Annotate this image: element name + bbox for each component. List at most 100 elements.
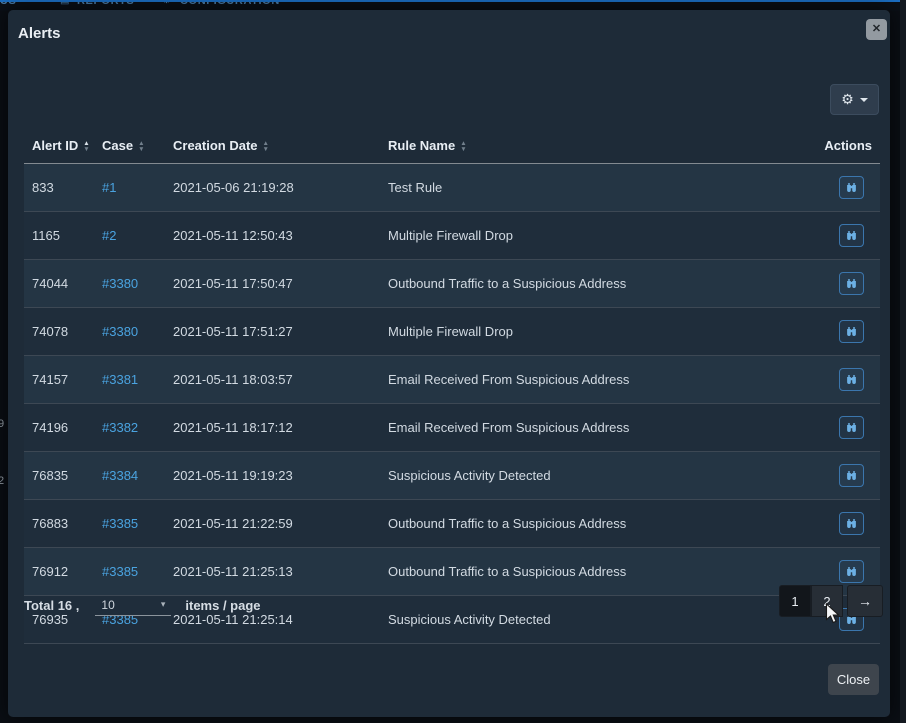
page-button-1[interactable]: 1	[779, 585, 811, 617]
binoculars-icon	[847, 374, 856, 384]
view-alert-button[interactable]	[839, 368, 864, 391]
items-per-page-label: items / page	[185, 597, 261, 613]
alert-id-cell: 74196	[24, 403, 94, 452]
case-link[interactable]: #3380	[102, 276, 138, 291]
table-row: 74157 #3381 2021-05-11 18:03:57 Email Re…	[24, 355, 880, 404]
binoculars-icon	[847, 470, 856, 480]
alerts-table: Alert ID ▲ ▼ Case ▲ ▼ Creation Date ▲ ▼ Rule N…	[24, 128, 880, 644]
column-header-actions: Actions	[816, 128, 880, 164]
settings-dropdown-button[interactable]: ⚙	[830, 84, 879, 115]
rule-name-cell: Multiple Firewall Drop	[380, 211, 816, 260]
table-row: 1165 #2 2021-05-11 12:50:43 Multiple Fir…	[24, 211, 880, 260]
view-alert-button[interactable]	[839, 176, 864, 199]
actions-cell	[816, 499, 880, 548]
rule-name-cell: Test Rule	[380, 163, 816, 212]
modal-title: Alerts	[18, 25, 61, 42]
gear-icon: ⚙	[841, 91, 854, 107]
actions-cell	[816, 259, 880, 308]
table-row: 76835 #3384 2021-05-11 19:19:23 Suspicio…	[24, 451, 880, 500]
alert-id-cell: 833	[24, 163, 94, 212]
sort-icon: ▲ ▼	[263, 141, 269, 152]
case-link[interactable]: #3385	[102, 564, 138, 579]
case-link[interactable]: #2	[102, 228, 116, 243]
table-header: Alert ID ▲ ▼ Case ▲ ▼ Creation Date ▲ ▼ Rule N…	[24, 128, 880, 164]
view-alert-button[interactable]	[839, 272, 864, 295]
arrow-right-icon: →	[858, 593, 872, 609]
alert-id-cell: 1165	[24, 211, 94, 260]
table-body: 833 #1 2021-05-06 21:19:28 Test Rule 116…	[24, 163, 880, 644]
creation-date-cell: 2021-05-11 19:19:23	[165, 451, 380, 500]
sort-icon: ▲ ▼	[460, 141, 466, 152]
rule-name-cell: Email Received From Suspicious Address	[380, 403, 816, 452]
case-link[interactable]: #3380	[102, 324, 138, 339]
alert-id-cell: 76883	[24, 499, 94, 548]
view-alert-button[interactable]	[839, 464, 864, 487]
view-alert-button[interactable]	[839, 224, 864, 247]
column-header-label: Case	[102, 138, 134, 153]
close-button[interactable]: Close	[828, 664, 879, 695]
creation-date-cell: 2021-05-11 21:22:59	[165, 499, 380, 548]
actions-cell	[816, 163, 880, 212]
column-header-rule-name[interactable]: Rule Name ▲ ▼	[380, 128, 816, 164]
grid-icon: ▤	[60, 2, 69, 6]
case-cell: #3381	[94, 355, 165, 404]
view-alert-button[interactable]	[839, 320, 864, 343]
table-row: 74044 #3380 2021-05-11 17:50:47 Outbound…	[24, 259, 880, 308]
caret-down-icon	[859, 97, 868, 102]
table-row: 833 #1 2021-05-06 21:19:28 Test Rule	[24, 163, 880, 212]
case-link[interactable]: #3381	[102, 372, 138, 387]
rule-name-cell: Outbound Traffic to a Suspicious Address	[380, 499, 816, 548]
creation-date-cell: 2021-05-11 17:50:47	[165, 259, 380, 308]
background-fragment: 9	[0, 418, 5, 430]
chevron-down-icon: ▾	[160, 599, 166, 609]
binoculars-icon	[847, 422, 856, 432]
binoculars-icon	[847, 230, 856, 240]
view-alert-button[interactable]	[839, 416, 864, 439]
sort-down-icon: ▼	[262, 145, 269, 153]
column-header-alert-id[interactable]: Alert ID ▲ ▼	[24, 128, 94, 164]
next-page-button[interactable]: →	[847, 585, 883, 617]
modal-close-icon[interactable]: ✕	[866, 19, 887, 40]
header-row: Alert ID ▲ ▼ Case ▲ ▼ Creation Date ▲ ▼ Rule N…	[24, 128, 880, 164]
actions-cell	[816, 211, 880, 260]
nav-item-configuration[interactable]: CONFIGURATION	[180, 2, 280, 7]
creation-date-cell: 2021-05-11 12:50:43	[165, 211, 380, 260]
case-cell: #3384	[94, 451, 165, 500]
case-link[interactable]: #1	[102, 180, 116, 195]
case-link[interactable]: #3382	[102, 420, 138, 435]
gear-icon: ⚙	[162, 2, 171, 6]
table-footer: Total 16 , 10 ▾ items / page	[24, 588, 261, 622]
actions-cell	[816, 307, 880, 356]
actions-cell	[816, 355, 880, 404]
view-alert-button[interactable]	[839, 512, 864, 535]
view-alert-button[interactable]	[839, 560, 864, 583]
sort-icon: ▲ ▼	[83, 141, 89, 152]
rule-name-cell: Suspicious Activity Detected	[380, 595, 816, 644]
binoculars-icon	[847, 566, 856, 576]
creation-date-cell: 2021-05-11 18:17:12	[165, 403, 380, 452]
case-link[interactable]: #3385	[102, 516, 138, 531]
case-cell: #2	[94, 211, 165, 260]
alert-id-cell: 76835	[24, 451, 94, 500]
actions-cell	[816, 451, 880, 500]
binoculars-icon	[847, 518, 856, 528]
binoculars-icon	[847, 182, 856, 192]
case-link[interactable]: #3384	[102, 468, 138, 483]
top-accent-line	[0, 0, 906, 2]
creation-date-cell: 2021-05-11 17:51:27	[165, 307, 380, 356]
scrollbar[interactable]	[900, 0, 906, 723]
table-row: 76883 #3385 2021-05-11 21:22:59 Outbound…	[24, 499, 880, 548]
column-header-creation-date[interactable]: Creation Date ▲ ▼	[165, 128, 380, 164]
nav-item-reports[interactable]: REPORTS	[77, 2, 134, 7]
sort-down-icon: ▼	[460, 145, 467, 153]
nav-item-fragment[interactable]: US	[0, 2, 16, 7]
case-cell: #3385	[94, 499, 165, 548]
rule-name-cell: Email Received From Suspicious Address	[380, 355, 816, 404]
column-header-label: Rule Name	[388, 138, 456, 153]
column-header-case[interactable]: Case ▲ ▼	[94, 128, 165, 164]
case-cell: #1	[94, 163, 165, 212]
rule-name-cell: Outbound Traffic to a Suspicious Address	[380, 259, 816, 308]
items-per-page-select[interactable]: 10 ▾	[95, 595, 172, 616]
column-header-label: Creation Date	[173, 138, 258, 153]
alert-id-cell: 74044	[24, 259, 94, 308]
